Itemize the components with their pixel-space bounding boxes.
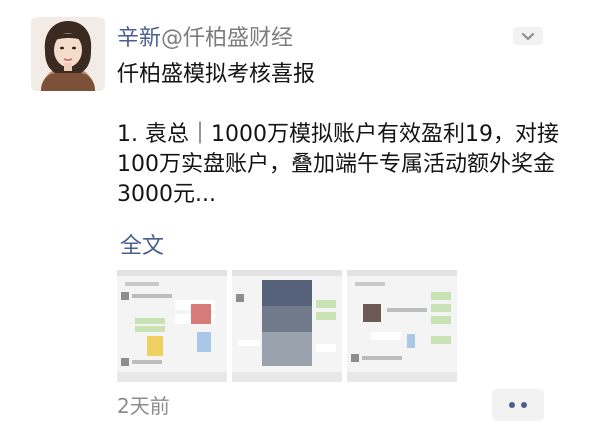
more-dots-icon [509,402,527,408]
expand-menu-button[interactable] [513,27,543,45]
avatar[interactable] [31,17,105,91]
post-body: 1. 袁总｜1000万模拟账户有效盈利19，对接100万实盘账户，叠加端午专属活… [117,122,559,207]
full-text-link[interactable]: 全文 [120,232,164,262]
image-thumbnail[interactable] [347,270,457,382]
author-handle: @仟柏盛财经 [161,26,294,51]
image-thumbnail[interactable] [117,270,227,382]
author-name[interactable]: 辛新 [117,26,161,51]
post-content: 仟柏盛模拟考核喜报 1. 袁总｜1000万模拟账户有效盈利19，对接100万实盘… [117,60,587,210]
comment-like-button[interactable] [492,389,544,421]
post-title: 仟柏盛模拟考核喜报 [117,62,316,87]
post-time: 2天前 [117,394,170,418]
author-line: 辛新@仟柏盛财经 [117,24,293,54]
chevron-down-icon [522,32,534,40]
moments-post: 辛新@仟柏盛财经 仟柏盛模拟考核喜报 1. 袁总｜1000万模拟账户有效盈利19… [0,0,598,429]
image-thumbnail[interactable] [232,270,342,382]
image-grid [117,270,462,382]
